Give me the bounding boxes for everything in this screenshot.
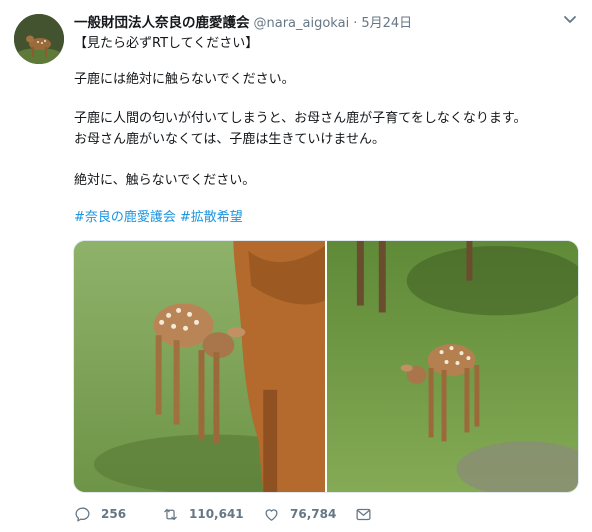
user-handle[interactable]: @nara_aigokai [254, 16, 350, 31]
tweet-text-line: 絶対に、触らないでください。 [74, 173, 256, 188]
direct-message-button[interactable] [355, 506, 372, 523]
tweet-date[interactable]: 5月24日 [361, 12, 412, 31]
tweet-text-line: 子鹿には絶対に触らないでください。 [74, 72, 295, 87]
hashtag-link[interactable]: #拡散希望 [180, 210, 243, 225]
tweet-header: 一般財団法人奈良の鹿愛護会 @nara_aigokai · 5月24日 [74, 11, 412, 31]
tweet-actions: 256 110,641 76,784 [74, 500, 372, 528]
hashtag-list: #奈良の鹿愛護会 #拡散希望 [74, 209, 243, 227]
photo-fawn-with-mother[interactable] [74, 241, 325, 492]
like-button[interactable]: 76,784 [263, 506, 355, 523]
tweet-text-line: 【見たら必ずRTしてください】 [74, 36, 259, 51]
chevron-down-icon[interactable] [563, 14, 577, 26]
envelope-icon [356, 508, 371, 520]
like-count: 76,784 [290, 507, 337, 521]
display-name[interactable]: 一般財団法人奈良の鹿愛護会 [74, 11, 250, 31]
photo-image [74, 241, 325, 492]
separator-dot: · [353, 16, 358, 31]
media-grid [73, 240, 579, 493]
tweet-text-line: 子鹿に人間の匂いが付いてしまうと、お母さん鹿が子育てをしなくなります。 [74, 111, 527, 126]
retweet-button[interactable]: 110,641 [162, 506, 257, 523]
avatar-image [14, 14, 64, 64]
photo-fawn-standing[interactable] [327, 241, 578, 492]
reply-button[interactable]: 256 [74, 506, 154, 523]
retweet-count: 110,641 [189, 507, 244, 521]
tweet-text-line: お母さん鹿がいなくては、子鹿は生きていけません。 [74, 132, 385, 147]
heart-icon [265, 508, 278, 521]
photo-image [327, 241, 578, 492]
avatar[interactable] [14, 14, 64, 64]
reply-count: 256 [101, 507, 127, 521]
reply-icon [75, 506, 90, 522]
tweet[interactable]: 一般財団法人奈良の鹿愛護会 @nara_aigokai · 5月24日 【見たら… [0, 0, 592, 532]
hashtag-link[interactable]: #奈良の鹿愛護会 [74, 210, 176, 225]
retweet-icon [164, 508, 177, 520]
